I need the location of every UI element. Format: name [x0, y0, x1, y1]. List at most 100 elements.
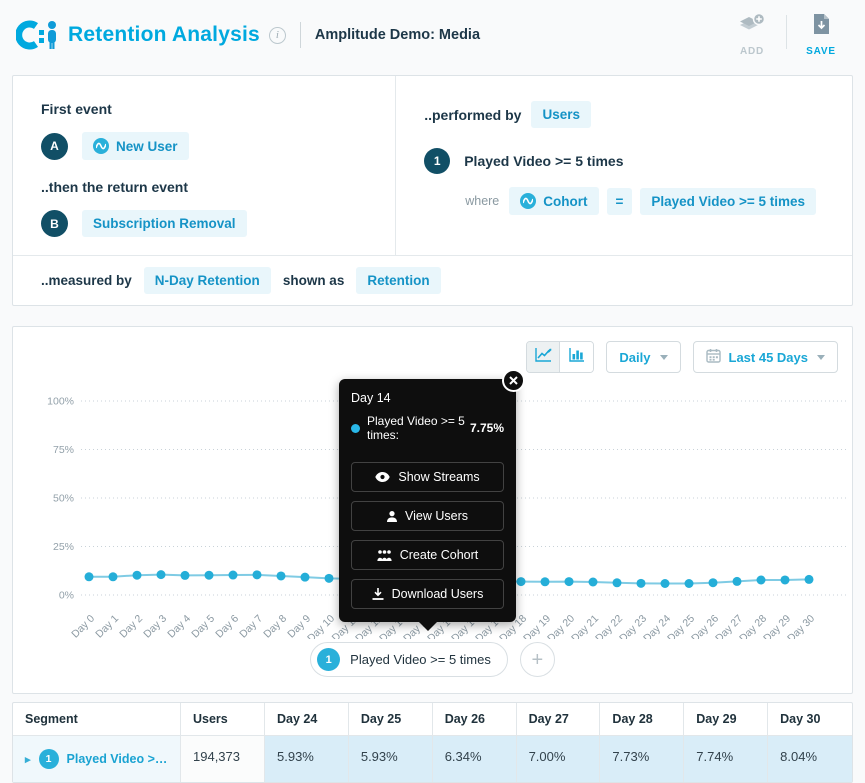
- chevron-down-icon: [660, 355, 668, 360]
- header-divider: [300, 22, 301, 48]
- chart-tooltip: Day 14 Played Video >= 5 times: 7.75% Sh…: [339, 379, 516, 622]
- performed-by-label: ..performed by: [424, 107, 521, 123]
- chart-point[interactable]: [541, 577, 550, 586]
- chart-point[interactable]: [709, 578, 718, 587]
- performed-by-chip[interactable]: Users: [531, 101, 591, 128]
- chart-point[interactable]: [277, 571, 286, 580]
- tooltip-action-label: Create Cohort: [400, 548, 479, 562]
- tooltip-series-row: Played Video >= 5 times: 7.75%: [351, 414, 504, 453]
- x-axis-label: Day 1: [93, 613, 121, 639]
- x-axis-label: Day 0: [69, 613, 97, 639]
- tooltip-series-value: 7.75%: [470, 421, 504, 435]
- line-chart-toggle[interactable]: [527, 342, 560, 372]
- add-segment-button[interactable]: +: [520, 642, 555, 677]
- eye-icon: [375, 472, 390, 482]
- chart-point[interactable]: [325, 574, 334, 583]
- chart-point[interactable]: [133, 571, 142, 580]
- chart-point[interactable]: [109, 572, 118, 581]
- y-axis-label: 100%: [47, 396, 74, 408]
- segment-cell[interactable]: ▸ 1 Played Video >= 5 t...: [13, 736, 181, 782]
- row-series-badge: 1: [39, 749, 59, 769]
- save-button[interactable]: SAVE: [795, 13, 847, 57]
- first-event-chip[interactable]: New User: [82, 132, 189, 160]
- retention-value-cell: 5.93%: [265, 736, 349, 782]
- chart-legend: 1 Played Video >= 5 times +: [13, 642, 852, 677]
- row-segment-label: Played Video >= 5 t...: [67, 752, 168, 766]
- chart-panel: Daily Last 45 Days 0%25%50%75%100%Day 0D…: [12, 326, 853, 694]
- chart-point[interactable]: [181, 571, 190, 580]
- x-axis-label: Day 2: [117, 613, 145, 639]
- segment-name: Played Video >= 5 times: [464, 153, 623, 169]
- x-axis-label: Day 4: [165, 613, 193, 639]
- bar-chart-icon: [569, 347, 585, 367]
- x-axis-label: Day 5: [189, 613, 217, 639]
- y-axis-label: 25%: [53, 541, 74, 553]
- x-axis-label: Day 30: [785, 613, 817, 639]
- where-value-chip[interactable]: Played Video >= 5 times: [640, 188, 816, 215]
- line-chart-icon: [535, 347, 552, 367]
- retention-value-cell: 7.73%: [600, 736, 684, 782]
- users-cell: 194,373: [181, 736, 265, 782]
- tooltip-action-label: View Users: [405, 509, 468, 523]
- tooltip-action-label: Show Streams: [398, 470, 479, 484]
- page-title: Retention Analysis: [68, 23, 260, 47]
- chart-point[interactable]: [589, 578, 598, 587]
- chart-point[interactable]: [781, 575, 790, 584]
- chart-point[interactable]: [757, 576, 766, 585]
- x-axis-label: Day 6: [213, 613, 241, 639]
- add-button[interactable]: ADD: [726, 13, 778, 57]
- chart-point[interactable]: [805, 575, 814, 584]
- table-header-cell: Day 29: [684, 703, 768, 736]
- cohort-icon: [377, 550, 392, 561]
- chart-point[interactable]: [157, 570, 166, 579]
- info-icon[interactable]: i: [269, 27, 286, 44]
- x-axis-label: Day 8: [261, 613, 289, 639]
- legend-series-pill[interactable]: 1 Played Video >= 5 times: [310, 642, 508, 677]
- chart-point[interactable]: [733, 577, 742, 586]
- tooltip-series-label: Played Video >= 5 times:: [367, 414, 466, 442]
- chart-point[interactable]: [637, 579, 646, 588]
- tooltip-action-download-users[interactable]: Download Users: [351, 579, 504, 609]
- return-event-chip[interactable]: Subscription Removal: [82, 210, 247, 237]
- calendar-icon: [706, 348, 721, 366]
- tooltip-action-label: Download Users: [392, 587, 484, 601]
- shown-as-chip[interactable]: Retention: [356, 267, 440, 294]
- actions-divider: [786, 15, 787, 49]
- table-header-cell: Users: [181, 703, 265, 736]
- chart-point[interactable]: [253, 570, 262, 579]
- y-axis-label: 0%: [59, 590, 74, 602]
- bar-chart-toggle[interactable]: [560, 342, 593, 372]
- user-icon: [387, 511, 397, 522]
- chart-point[interactable]: [685, 579, 694, 588]
- return-event-label: ..then the return event: [41, 179, 367, 195]
- tooltip-action-view-users[interactable]: View Users: [351, 501, 504, 531]
- save-file-icon: [813, 13, 830, 40]
- add-button-label: ADD: [740, 46, 764, 57]
- retention-value-cell: 8.04%: [768, 736, 852, 782]
- measured-by-chip[interactable]: N-Day Retention: [144, 267, 271, 294]
- chart-point[interactable]: [205, 571, 214, 580]
- first-event-name: New User: [116, 139, 178, 154]
- where-property-chip[interactable]: Cohort: [509, 187, 598, 215]
- chart-point[interactable]: [517, 577, 526, 586]
- where-property: Cohort: [543, 194, 587, 209]
- where-label: where: [465, 194, 499, 208]
- tooltip-action-create-cohort[interactable]: Create Cohort: [351, 540, 504, 570]
- tooltip-close-button[interactable]: [502, 369, 525, 392]
- table-header-cell: Day 28: [600, 703, 684, 736]
- chart-point[interactable]: [661, 579, 670, 588]
- measured-by-value: N-Day Retention: [155, 273, 260, 288]
- close-icon: [509, 376, 518, 385]
- retention-value-cell: 6.34%: [433, 736, 517, 782]
- chart-point[interactable]: [85, 572, 94, 581]
- expand-chevron-icon[interactable]: ▸: [25, 753, 31, 766]
- chart-point[interactable]: [229, 571, 238, 580]
- chevron-down-icon: [817, 355, 825, 360]
- retention-value-cell: 5.93%: [349, 736, 433, 782]
- chart-point[interactable]: [301, 573, 310, 582]
- chart-point[interactable]: [565, 577, 574, 586]
- tooltip-action-show-streams[interactable]: Show Streams: [351, 462, 504, 492]
- chart-point[interactable]: [613, 578, 622, 587]
- results-table: SegmentUsersDay 24Day 25Day 26Day 27Day …: [12, 702, 853, 783]
- where-operator-chip[interactable]: =: [607, 188, 633, 215]
